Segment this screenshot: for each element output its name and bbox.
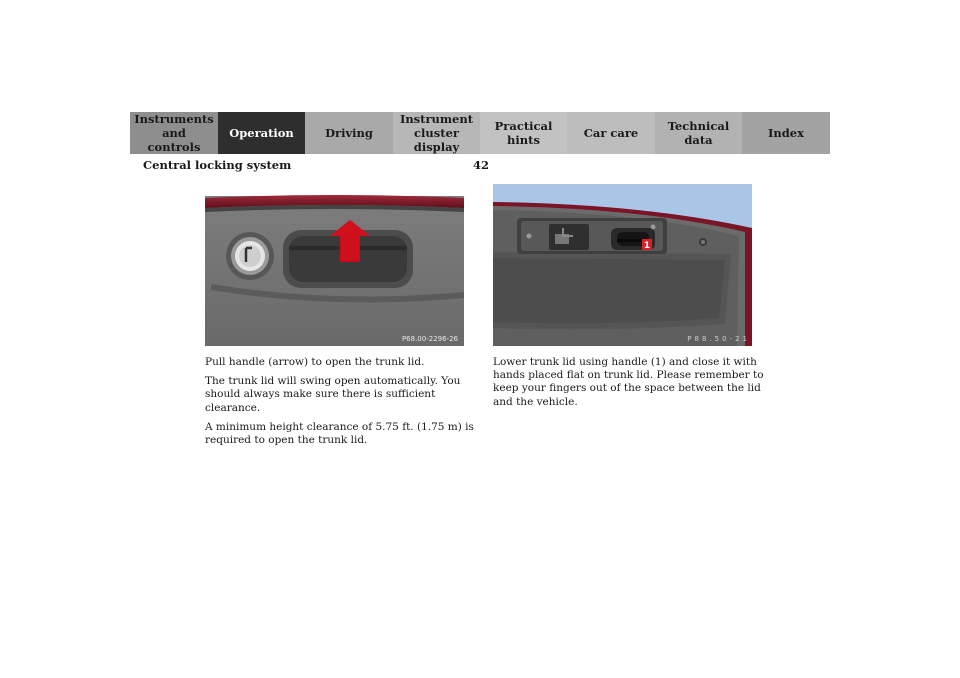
tab-car-care[interactable]: Car care [567,112,655,154]
tab-driving[interactable]: Driving [305,112,393,154]
page-number: 42 [473,158,490,172]
paragraph: Lower trunk lid using handle (1) and clo… [493,356,764,408]
tab-label: Practical hints [494,119,553,147]
left-text-column: Pull handle (arrow) to open the trunk li… [205,356,480,453]
tab-label: Instrument cluster display [399,112,474,154]
paragraph: A minimum height clearance of 5.75 ft. (… [205,420,474,447]
figure-code: P68.00-2296-26 [401,335,458,343]
tab-label: Technical data [667,119,730,147]
tab-instruments-and-controls[interactable]: Instruments and controls [130,112,218,154]
tab-technical-data[interactable]: Technical data [655,112,742,154]
tab-practical-hints[interactable]: Practical hints [480,112,567,154]
tab-index[interactable]: Index [742,112,830,154]
trunk-handle-figure: P68.00-2296-26 [205,184,464,346]
right-text-column: Lower trunk lid using handle (1) and clo… [493,356,768,415]
paragraph: Pull handle (arrow) to open the trunk li… [205,356,425,368]
tab-label: Driving [325,126,373,140]
tab-label: Operation [229,126,294,140]
chapter-tabs: Instruments and controls Operation Drivi… [130,112,830,154]
trunk-lid-figure: 1 P88.50-21 [493,184,752,346]
trunk-handle-illustration [205,184,464,346]
lock-cylinder-icon [226,232,274,280]
tab-operation[interactable]: Operation [218,112,305,154]
tab-instrument-cluster-display[interactable]: Instrument cluster display [393,112,480,154]
tab-label: Instruments and controls [134,112,214,154]
tab-label: Index [768,126,804,140]
section-title: Central locking system [143,158,292,172]
tab-label: Car care [583,126,639,140]
paragraph: The trunk lid will swing open automatica… [205,375,461,414]
trunk-lid-illustration: 1 [493,184,752,346]
callout-number: 1 [644,241,650,251]
figure-code: P88.50-21 [687,335,750,343]
